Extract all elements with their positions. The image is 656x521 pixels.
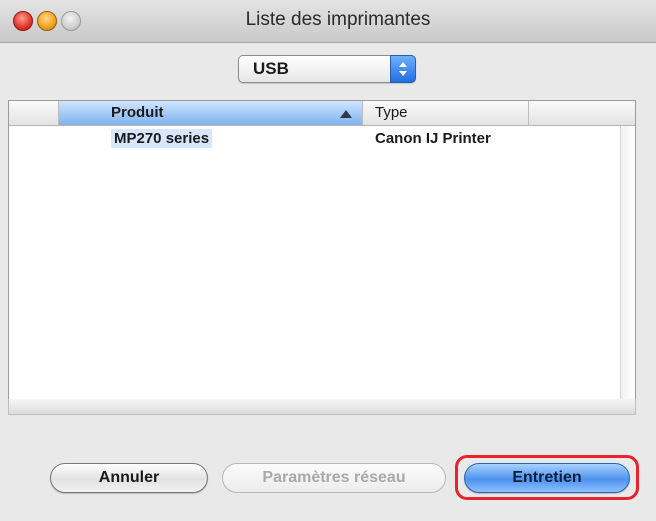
connection-type-value: USB [253, 59, 289, 78]
header-filler [529, 101, 635, 125]
popup-arrows-icon [390, 55, 416, 83]
cell-type: Canon IJ Printer [375, 130, 491, 147]
title-bar[interactable]: Liste des imprimantes [0, 0, 656, 43]
printer-list-window: Liste des imprimantes USB Produit Type M… [0, 0, 656, 521]
column-label-produit: Produit [111, 104, 164, 121]
printer-table: Produit Type MP270 series Canon IJ Print… [8, 100, 636, 400]
column-header-type[interactable]: Type [363, 101, 529, 125]
table-header: Produit Type [9, 101, 635, 126]
horizontal-scrollbar[interactable] [8, 399, 636, 415]
cancel-button[interactable]: Annuler [50, 463, 208, 493]
network-settings-button: Paramètres réseau [222, 463, 446, 493]
vertical-scrollbar[interactable] [620, 126, 635, 399]
connection-type-popup[interactable]: USB [238, 55, 416, 83]
cell-produit-text: MP270 series [111, 129, 213, 148]
cell-produit: MP270 series [111, 127, 213, 151]
table-row[interactable]: MP270 series Canon IJ Printer [9, 127, 635, 151]
column-label-type: Type [375, 104, 408, 121]
header-blank [9, 101, 59, 125]
sort-ascending-icon [340, 110, 352, 118]
column-header-produit[interactable]: Produit [59, 101, 363, 125]
maintenance-button[interactable]: Entretien [464, 463, 630, 493]
window-title: Liste des imprimantes [245, 9, 431, 30]
